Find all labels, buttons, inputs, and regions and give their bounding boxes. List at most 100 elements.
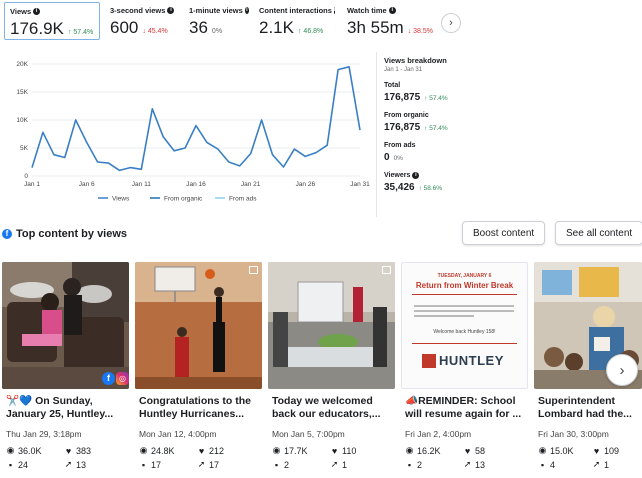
x-tick-label: Jan 6 [79,181,95,188]
share-icon: ➚ [197,459,206,469]
cards-next-button[interactable]: › [606,354,638,386]
post-date: Mon Jan 12, 4:00pm [139,429,217,439]
post-thumbnail[interactable]: TUESDAY, JANUARY 6 Return from Winter Br… [401,262,528,389]
huntley-logo-mark [422,353,436,368]
breakdown-label: Total [384,82,401,89]
metrics-next-button[interactable]: › [441,13,461,33]
eye-icon: ◉ [6,445,15,455]
content-card[interactable]: TUESDAY, JANUARY 6 Return from Winter Br… [401,262,528,478]
instagram-icon: ◎ [116,372,129,385]
metric-1-minute-views[interactable]: 1-minute views i 36 0% [184,2,254,40]
comments-stat: ▪ 2 [272,459,330,470]
top-content-title-text: Top content by views [16,228,128,240]
see-all-content-button[interactable]: See all content [555,221,642,245]
breakdown-value: 35,426 [384,182,415,193]
comments-stat: ▪ 17 [139,459,197,470]
flyer-headline: Return from Winter Break [415,281,514,290]
post-title[interactable]: ✂️💙 On Sunday, January 25, Huntley... [6,395,127,422]
metric-label: Content interactions [259,6,332,15]
post-stats: ◉ 16.2K ♥ 58 ▪ 2 ➚ 13 [405,445,526,470]
x-tick-label: Jan 16 [186,181,206,188]
post-stats: ◉ 17.7K ♥ 110 ▪ 2 ➚ 1 [272,445,393,470]
facebook-icon: f [2,229,12,239]
x-tick-label: Jan 11 [132,181,151,188]
shares-stat: ➚ 13 [64,459,87,470]
breakdown-date-range: Jan 1 - Jan 31 [384,67,423,73]
metric-change: ↑ 46.8% [297,28,324,35]
shares-stat: ➚ 13 [463,459,486,470]
comments-stat: ▪ 4 [538,459,592,470]
post-title[interactable]: Superintendent Lombard had the... [538,395,642,422]
metric-change: ↑ 57.4% [67,29,94,36]
eye-icon: ◉ [405,445,414,455]
likes-stat: ♥ 383 [65,445,92,456]
content-card[interactable]: Congratulations to the Huntley Hurricane… [135,262,262,478]
heart-icon: ♥ [331,445,338,456]
comment-icon: ▪ [141,459,146,470]
x-tick-label: Jan 26 [296,181,316,188]
breakdown-label: From organic [384,112,429,119]
views-stat: ◉ 16.2K [405,445,441,456]
breakdown-change: 0% [393,155,403,162]
flyer-divider [412,294,517,295]
share-icon: ➚ [330,459,339,469]
y-tick-label: 15K [16,89,28,96]
post-date: Fri Jan 30, 3:00pm [538,429,609,439]
platform-badges: f ◎ [102,372,129,385]
heart-icon: ♥ [65,445,72,456]
metric-views[interactable]: Views i 176.9K ↑ 57.4% [4,2,100,40]
views-chart: 0 5K 10K 15K 20K Jan 1 Jan 6 Jan 11 Jan 16 Jan 21… [0,52,372,212]
views-stat: ◉ 36.0K [6,445,42,456]
facebook-icon: f [102,372,115,385]
breakdown-value: 0 [384,152,390,163]
metric-3-second-views[interactable]: 3-second views i 600 ↓ 45.4% [105,2,183,40]
metric-value: 600 [110,18,139,37]
x-tick-label: Jan 31 [350,181,370,188]
metric-watch-time[interactable]: Watch time i 3h 55m ↓ 38.5% [342,2,433,40]
post-date: Mon Jan 5, 7:00pm [272,429,345,439]
info-icon[interactable]: i [33,8,41,15]
metric-label: Watch time [347,6,387,15]
info-icon[interactable]: i [167,7,175,14]
comments-stat: ▪ 2 [405,459,463,470]
post-thumbnail[interactable]: f ◎ [2,262,129,389]
post-title[interactable]: Congratulations to the Huntley Hurricane… [139,395,260,422]
multi-photo-icon [382,266,391,274]
top-content-header: f Top content by views Boost content See… [0,221,642,245]
metric-label: 3-second views [110,6,166,15]
shares-stat: ➚ 1 [330,459,348,470]
post-title[interactable]: Today we welcomed back our educators,... [272,395,393,422]
metric-change: ↓ 45.4% [142,28,168,35]
multi-photo-icon [249,266,258,274]
post-thumbnail[interactable] [268,262,395,389]
flyer-body [414,305,514,317]
info-icon[interactable]: i [412,172,420,179]
info-icon[interactable]: i [244,7,249,14]
chevron-right-icon: › [449,17,453,29]
breakdown-title: Views breakdown [384,56,447,65]
x-tick-label: Jan 21 [241,181,261,188]
info-icon[interactable]: i [388,7,396,14]
eye-icon: ◉ [139,445,148,455]
flyer-divider [412,343,517,344]
metric-content-interactions[interactable]: Content interactions i 2.1K ↑ 46.8% [254,2,340,40]
post-date: Thu Jan 29, 3:18pm [6,429,82,439]
breakdown-value: 176,875 [384,122,421,133]
metric-label: 1-minute views [189,6,243,15]
y-tick-label: 5K [20,145,29,152]
content-card[interactable]: Today we welcomed back our educators,...… [268,262,395,478]
boost-content-button[interactable]: Boost content [462,221,546,245]
x-tick-label: Jan 1 [24,181,40,188]
share-icon: ➚ [592,459,601,469]
post-thumbnail[interactable] [135,262,262,389]
heart-icon: ♥ [198,445,205,456]
info-icon[interactable]: i [333,7,336,14]
content-card[interactable]: f ◎ ✂️💙 On Sunday, January 25, Huntley..… [2,262,129,478]
breakdown-total: Total 176,875 ↑ 57.4% [384,82,466,103]
legend-label: Views [112,196,130,203]
eye-icon: ◉ [272,445,281,455]
legend-label: From organic [164,196,203,203]
post-stats: ◉ 24.8K ♥ 212 ▪ 17 ➚ 17 [139,445,260,470]
post-title[interactable]: 📣REMINDER: School will resume again for … [405,395,526,422]
views-series-line [31,66,361,172]
